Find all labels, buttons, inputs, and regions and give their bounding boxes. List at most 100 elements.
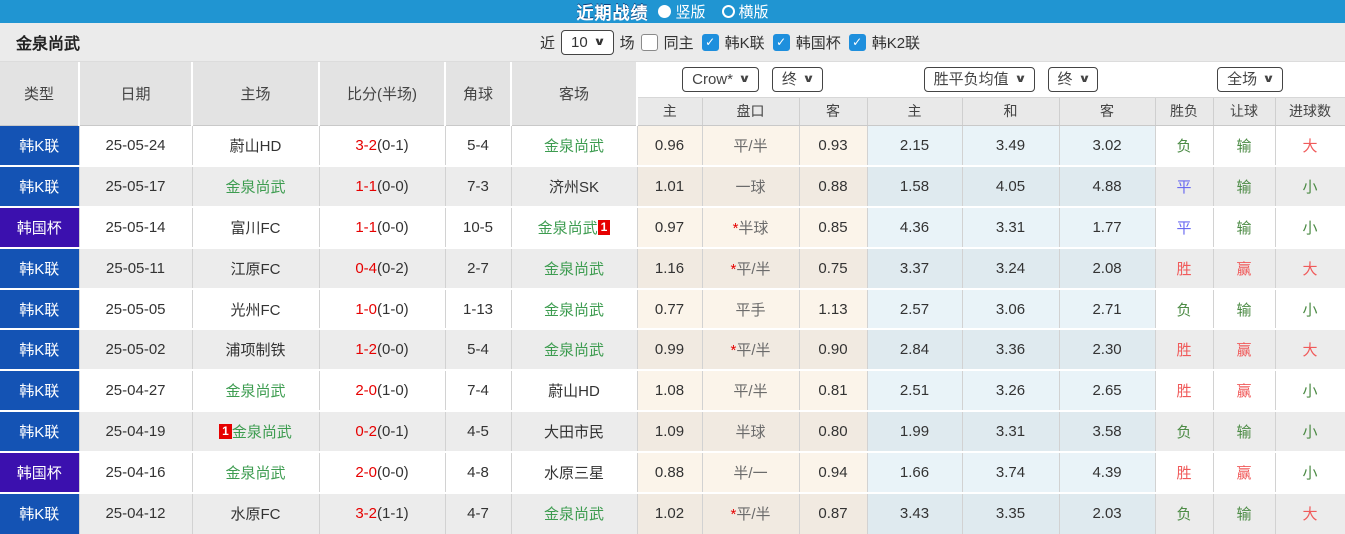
home-team-name[interactable]: 江原FC [231,261,281,278]
handicap-text: 平/半 [736,342,771,360]
away-team-cell: 济州SK [511,164,638,207]
col-header-score: 比分(半场) [319,62,446,126]
avg-away: 4.39 [1059,451,1156,494]
away-team-name[interactable]: 金泉尚武 [538,220,598,237]
handicap-text: 平/半 [736,506,771,524]
home-team-name[interactable]: 蔚山HD [230,138,282,155]
odds-company-select[interactable]: Crow* ∨ [682,66,759,92]
result-goals: 小 [1275,451,1345,494]
league-badge: 韩K联 [0,164,80,207]
sub-header-goals: 进球数 [1275,97,1345,126]
radio-horizontal-layout[interactable]: 横版 [721,1,769,22]
radio-icon[interactable] [658,5,672,18]
league-badge: 韩K联 [0,246,80,289]
away-team-name[interactable]: 蔚山HD [548,383,600,400]
odds-away: 1.13 [799,287,868,330]
away-team-name[interactable]: 金泉尚武 [544,302,604,319]
table-row: 韩国杯 25-04-16 金泉尚武 2-0(0-0) 4-8 水原三星 0.88… [0,451,1345,494]
home-team-name[interactable]: 富川FC [231,220,281,237]
corners-cell: 4-5 [445,410,512,453]
result-handicap: 赢 [1213,369,1276,412]
halftime-score: (0-2) [377,259,409,277]
odds-away: 0.81 [799,369,868,412]
odds-time-select[interactable]: 终 ∨ [771,66,823,92]
odds-away: 0.94 [799,451,868,494]
rank-badge: 1 [597,219,611,235]
match-date: 25-05-02 [79,328,193,371]
home-team-name[interactable]: 金泉尚武 [232,424,292,441]
home-team-cell: 水原FC [192,492,320,534]
chevron-down-icon: ∨ [592,35,606,48]
radio-vertical-label: 竖版 [675,4,706,21]
corners-cell: 7-4 [445,369,512,412]
home-team-name[interactable]: 金泉尚武 [225,465,285,482]
home-team-name[interactable]: 光州FC [231,302,281,319]
match-date: 25-05-05 [79,287,193,330]
home-team-name[interactable]: 水原FC [231,506,281,523]
match-count-select[interactable]: 10 ∨ [561,29,614,55]
handicap-text: 一球 [735,178,766,196]
result-win-loss: 胜 [1155,328,1214,371]
home-team-cell: 浦项制铁 [192,328,320,371]
home-team-name[interactable]: 浦项制铁 [225,342,285,359]
home-team-name[interactable]: 金泉尚武 [225,383,285,400]
away-team-name[interactable]: 济州SK [549,179,599,196]
score-cell: 1-0(1-0) [319,287,446,330]
avg-draw: 3.31 [962,205,1060,248]
table-row: 韩K联 25-05-05 光州FC 1-0(1-0) 1-13 金泉尚武 0.7… [0,287,1345,330]
sub-header-odds-home: 主 [637,97,703,126]
handicap-text: 半球 [738,219,769,237]
handicap-text: 平/半 [736,260,771,278]
away-team-name[interactable]: 金泉尚武 [544,261,604,278]
wdl-average-group: 胜平负均值 ∨ 终 ∨ [867,62,1156,98]
handicap-text: 平/半 [733,383,768,401]
radio-icon[interactable] [721,5,735,18]
avg-away: 4.88 [1059,164,1156,207]
wdl-average-select[interactable]: 胜平负均值 ∨ [923,66,1035,92]
avg-draw: 3.49 [962,125,1060,166]
result-win-loss: 负 [1155,492,1214,534]
handicap-cell: 平/半 [702,369,800,412]
table-row: 韩K联 25-04-12 水原FC 3-2(1-1) 4-7 金泉尚武 1.02… [0,492,1345,534]
away-team-name[interactable]: 金泉尚武 [544,342,604,359]
odds-away: 0.80 [799,410,868,453]
league-cup-checkbox[interactable] [772,33,790,51]
league-badge: 韩国杯 [0,451,80,494]
league-badge: 韩K联 [0,125,80,166]
avg-draw: 3.26 [962,369,1060,412]
chevron-down-icon: ∨ [738,72,751,85]
odds-home: 1.08 [637,369,703,412]
same-home-checkbox[interactable] [640,33,658,51]
avg-home: 2.51 [867,369,963,412]
away-team-name[interactable]: 水原三星 [544,465,604,482]
league-k2-checkbox[interactable] [848,33,866,51]
scope-select[interactable]: 全场 ∨ [1217,66,1284,92]
col-header-home: 主场 [192,62,320,126]
table-row: 韩K联 25-04-27 金泉尚武 2-0(1-0) 7-4 蔚山HD 1.08… [0,369,1345,412]
away-team-name[interactable]: 金泉尚武 [544,506,604,523]
result-handicap: 输 [1213,205,1276,248]
page-title: 近期战绩 [576,4,649,23]
radio-vertical-layout[interactable]: 竖版 [658,1,706,22]
odds-away: 0.93 [799,125,868,166]
chevron-down-icon: ∨ [1077,72,1091,85]
fulltime-score: 0-4 [355,259,377,277]
wdl-time-select[interactable]: 终 ∨ [1047,66,1099,92]
result-goals: 小 [1275,164,1345,207]
corners-cell: 5-4 [445,125,512,166]
league-k1-checkbox[interactable] [701,33,719,51]
sub-header-handicap: 盘口 [702,97,800,126]
halftime-score: (1-0) [377,382,409,400]
away-team-name[interactable]: 金泉尚武 [544,138,604,155]
chevron-down-icon: ∨ [1262,72,1275,85]
same-home-label: 同主 [663,34,694,52]
match-count-value: 10 [571,33,588,51]
odds-home: 1.16 [637,246,703,289]
away-team-name[interactable]: 大田市民 [544,424,604,441]
avg-draw: 4.05 [962,164,1060,207]
home-team-name[interactable]: 金泉尚武 [225,179,285,196]
odds-away: 0.87 [799,492,868,534]
score-cell: 0-4(0-2) [319,246,446,289]
corners-cell: 4-7 [445,492,512,534]
result-win-loss: 平 [1155,164,1214,207]
